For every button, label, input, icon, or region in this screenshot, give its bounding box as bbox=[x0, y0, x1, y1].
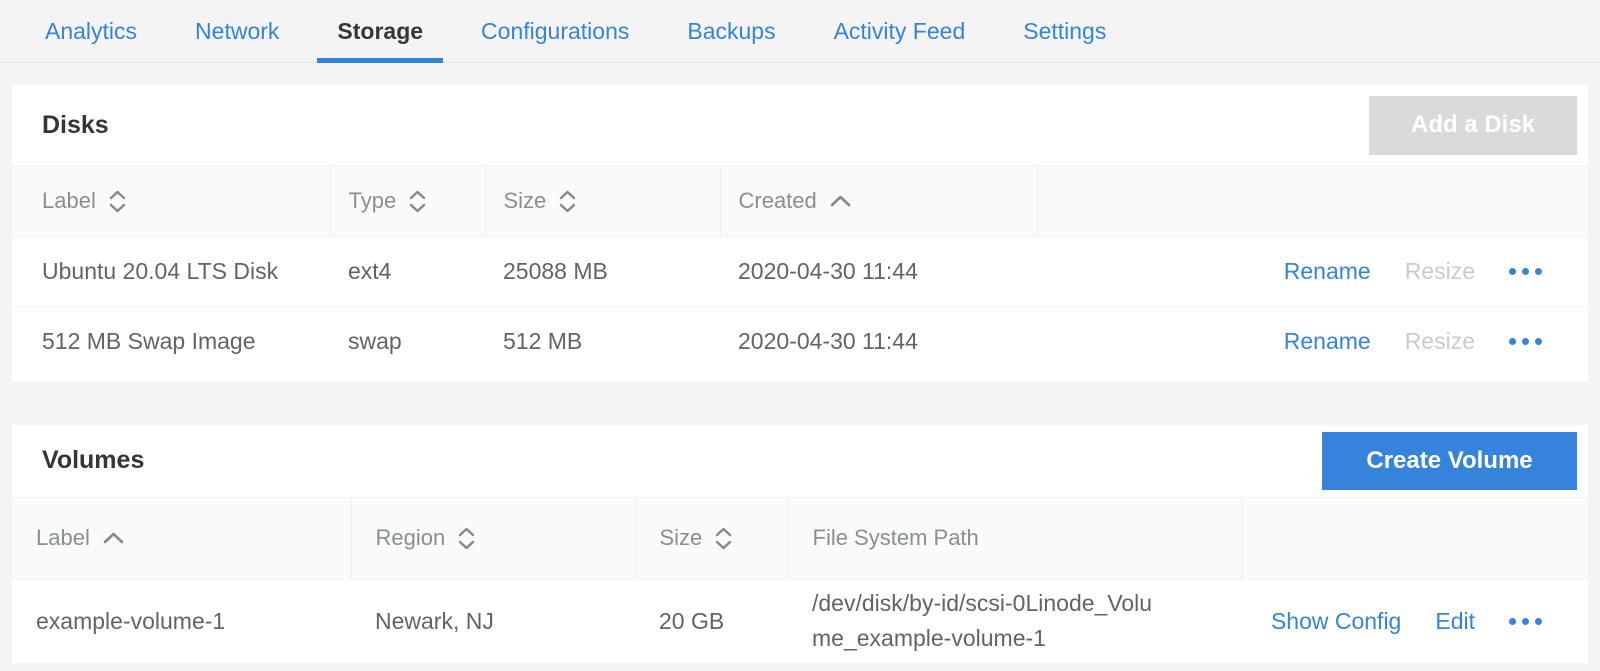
ellipsis-icon[interactable] bbox=[1509, 334, 1542, 349]
column-label: Created bbox=[739, 188, 817, 214]
column-label: Label bbox=[36, 525, 90, 551]
disk-row: Ubuntu 20.04 LTS Disk ext4 25088 MB 2020… bbox=[12, 237, 1588, 307]
tab-settings[interactable]: Settings bbox=[1003, 0, 1126, 62]
ellipsis-icon[interactable] bbox=[1509, 264, 1542, 279]
column-label: File System Path bbox=[813, 525, 979, 551]
volume-size-cell: 20 GB bbox=[635, 579, 788, 663]
up-down-chevrons-icon bbox=[409, 190, 426, 213]
disks-table-header-row: Label Type bbox=[12, 166, 1588, 237]
disks-panel: Disks Add a Disk Label bbox=[12, 85, 1588, 382]
up-down-chevrons-icon bbox=[559, 190, 576, 213]
volume-row: example-volume-1 Newark, NJ 20 GB /dev/d… bbox=[12, 579, 1588, 663]
disks-column-actions bbox=[1037, 166, 1588, 237]
rename-link[interactable]: Rename bbox=[1284, 328, 1371, 355]
volumes-column-file-system-path: File System Path bbox=[788, 497, 1242, 579]
volume-path-cell: /dev/disk/by-id/scsi-0Linode_Volume_exam… bbox=[788, 579, 1242, 663]
tab-network[interactable]: Network bbox=[175, 0, 299, 62]
tab-analytics[interactable]: Analytics bbox=[25, 0, 157, 62]
volumes-column-region[interactable]: Region bbox=[351, 497, 635, 579]
add-disk-button[interactable]: Add a Disk bbox=[1369, 96, 1577, 155]
volumes-title: Volumes bbox=[42, 446, 144, 475]
ellipsis-icon[interactable] bbox=[1509, 614, 1542, 629]
disks-column-size[interactable]: Size bbox=[485, 166, 720, 237]
volumes-column-actions bbox=[1242, 497, 1588, 579]
show-config-link[interactable]: Show Config bbox=[1271, 608, 1401, 635]
volume-region-cell: Newark, NJ bbox=[351, 579, 635, 663]
up-down-chevrons-icon bbox=[458, 527, 475, 550]
detail-tab-bar: Analytics Network Storage Configurations… bbox=[0, 0, 1600, 63]
volume-label-cell: example-volume-1 bbox=[12, 579, 351, 663]
tab-storage[interactable]: Storage bbox=[317, 0, 443, 62]
disk-actions: Rename Resize bbox=[1055, 328, 1588, 355]
disk-type-cell: swap bbox=[330, 307, 485, 377]
disk-label-cell: 512 MB Swap Image bbox=[12, 307, 330, 377]
volume-actions: Show Config Edit bbox=[1266, 608, 1588, 635]
disks-column-label[interactable]: Label bbox=[12, 166, 330, 237]
disks-table: Label Type bbox=[12, 165, 1588, 377]
volumes-panel: Volumes Create Volume Label Region bbox=[12, 425, 1588, 663]
column-label: Label bbox=[42, 188, 96, 214]
disk-row: 512 MB Swap Image swap 512 MB 2020-04-30… bbox=[12, 307, 1588, 377]
tab-configurations[interactable]: Configurations bbox=[461, 0, 649, 62]
tab-backups[interactable]: Backups bbox=[667, 0, 795, 62]
disk-actions: Rename Resize bbox=[1055, 258, 1588, 285]
up-down-chevrons-icon bbox=[109, 190, 126, 213]
create-volume-button[interactable]: Create Volume bbox=[1322, 432, 1577, 490]
tab-activity-feed[interactable]: Activity Feed bbox=[814, 0, 986, 62]
rename-link[interactable]: Rename bbox=[1284, 258, 1371, 285]
column-label: Size bbox=[660, 525, 703, 551]
disks-title: Disks bbox=[42, 111, 109, 140]
up-chevron-icon bbox=[103, 532, 124, 544]
disks-panel-header: Disks Add a Disk bbox=[12, 85, 1588, 165]
volumes-panel-header: Volumes Create Volume bbox=[12, 425, 1588, 497]
column-label: Type bbox=[349, 188, 397, 214]
resize-link[interactable]: Resize bbox=[1405, 258, 1475, 285]
volumes-column-label[interactable]: Label bbox=[12, 497, 351, 579]
edit-link[interactable]: Edit bbox=[1435, 608, 1475, 635]
disk-type-cell: ext4 bbox=[330, 237, 485, 307]
disk-size-cell: 25088 MB bbox=[485, 237, 720, 307]
disks-column-created[interactable]: Created bbox=[720, 166, 1037, 237]
disk-size-cell: 512 MB bbox=[485, 307, 720, 377]
column-label: Size bbox=[504, 188, 547, 214]
up-chevron-icon bbox=[830, 195, 851, 207]
disk-label-cell: Ubuntu 20.04 LTS Disk bbox=[12, 237, 330, 307]
volumes-table-header-row: Label Region bbox=[12, 497, 1588, 579]
volumes-table: Label Region bbox=[12, 497, 1588, 663]
disk-created-cell: 2020-04-30 11:44 bbox=[720, 237, 1037, 307]
resize-link[interactable]: Resize bbox=[1405, 328, 1475, 355]
disks-column-type[interactable]: Type bbox=[330, 166, 485, 237]
file-system-path: /dev/disk/by-id/scsi-0Linode_Volume_exam… bbox=[812, 580, 1164, 663]
volumes-column-size[interactable]: Size bbox=[635, 497, 788, 579]
disk-created-cell: 2020-04-30 11:44 bbox=[720, 307, 1037, 377]
up-down-chevrons-icon bbox=[715, 527, 732, 550]
column-label: Region bbox=[376, 525, 446, 551]
